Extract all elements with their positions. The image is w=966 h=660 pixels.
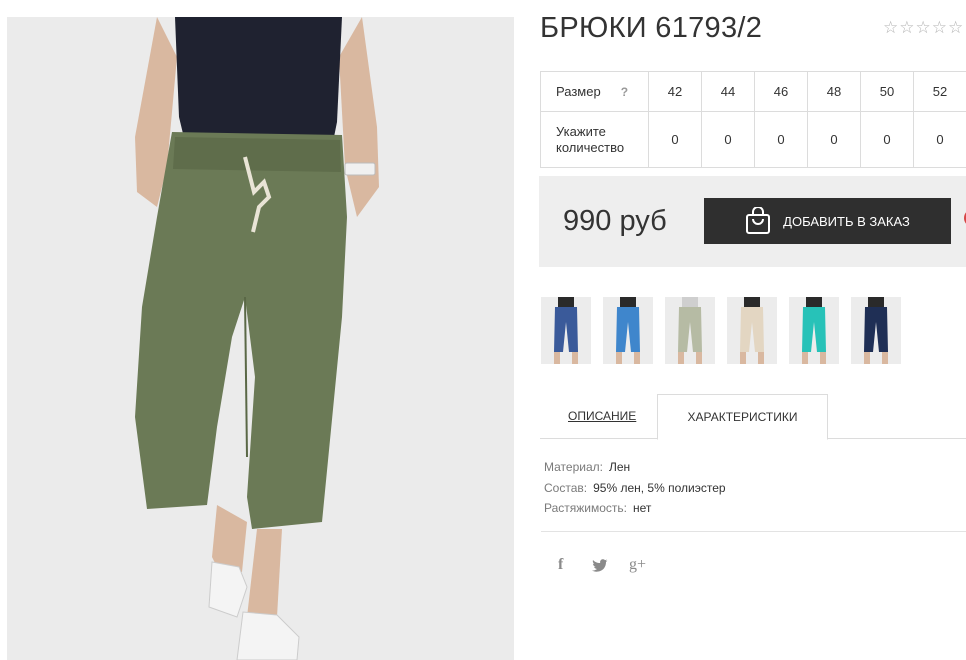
quantity-input[interactable]: 0 <box>648 111 702 168</box>
quantity-input[interactable]: 0 <box>701 111 755 168</box>
quantity-row: Укажите количество 0 0 0 0 0 0 <box>540 111 966 168</box>
variant-thumb[interactable] <box>727 297 777 364</box>
size-cell: 48 <box>807 71 861 112</box>
characteristic-value: нет <box>633 501 652 515</box>
quantity-input[interactable]: 0 <box>754 111 808 168</box>
size-cell: 46 <box>754 71 808 112</box>
rating-stars[interactable]: ☆☆☆☆☆ <box>883 18 964 38</box>
add-to-order-label: ДОБАВИТЬ В ЗАКАЗ <box>783 213 910 229</box>
variant-thumb[interactable] <box>541 297 591 364</box>
size-cell: 52 <box>913 71 966 112</box>
size-label-cell: Размер? <box>540 71 649 112</box>
product-main-image[interactable] <box>7 17 514 660</box>
characteristic-key: Растяжимость: <box>544 501 628 515</box>
google-plus-icon[interactable]: g+ <box>629 556 646 574</box>
product-title: БРЮКИ 61793/2 <box>540 12 763 44</box>
size-label: Размер <box>556 84 601 99</box>
characteristic-row: Состав: 95% лен, 5% полиэстер <box>544 478 726 499</box>
shopping-bag-icon <box>745 207 771 235</box>
characteristics-list: Материал: Лен Состав: 95% лен, 5% полиэсте… <box>544 457 726 519</box>
quantity-input[interactable]: 0 <box>913 111 966 168</box>
quantity-label-line2: количество <box>556 139 625 155</box>
characteristic-key: Состав: <box>544 480 588 495</box>
twitter-icon[interactable] <box>592 558 608 577</box>
variant-thumb[interactable] <box>603 297 653 364</box>
variant-thumb[interactable] <box>851 297 901 364</box>
add-to-order-button[interactable]: ДОБАВИТЬ В ЗАКАЗ <box>704 198 951 244</box>
size-cell: 42 <box>648 71 702 112</box>
size-row: Размер? 42 44 46 48 50 52 <box>540 71 966 112</box>
quantity-input[interactable]: 0 <box>807 111 861 168</box>
help-icon[interactable]: ? <box>621 85 628 99</box>
characteristic-row: Материал: Лен <box>544 457 726 478</box>
product-tabs: ОПИСАНИЕ ХАРАКТЕРИСТИКИ <box>540 394 966 440</box>
size-quantity-table: Размер? 42 44 46 48 50 52 Укажите количе… <box>540 71 966 168</box>
quantity-label-line1: Укажите <box>556 123 606 139</box>
variant-thumb[interactable] <box>665 297 715 364</box>
facebook-icon[interactable]: f <box>558 556 563 574</box>
size-cell: 50 <box>860 71 914 112</box>
quantity-label: Укажите количество <box>540 111 649 168</box>
size-cell: 44 <box>701 71 755 112</box>
buy-box: 990 руб ДОБАВИТЬ В ЗАКАЗ <box>539 176 966 267</box>
price: 990 руб <box>563 205 667 237</box>
characteristic-value: Лен <box>608 460 631 474</box>
variant-thumb[interactable] <box>789 297 839 364</box>
tab-description[interactable]: ОПИСАНИЕ <box>568 409 636 423</box>
section-divider <box>541 531 966 532</box>
characteristic-value: 95% лен, 5% полиэстер <box>593 480 726 495</box>
tab-characteristics[interactable]: ХАРАКТЕРИСТИКИ <box>657 394 828 440</box>
model-pants-illustration <box>7 17 514 660</box>
quantity-input[interactable]: 0 <box>860 111 914 168</box>
characteristic-row: Растяжимость: нет <box>544 498 726 519</box>
characteristic-key: Материал: <box>544 460 603 474</box>
